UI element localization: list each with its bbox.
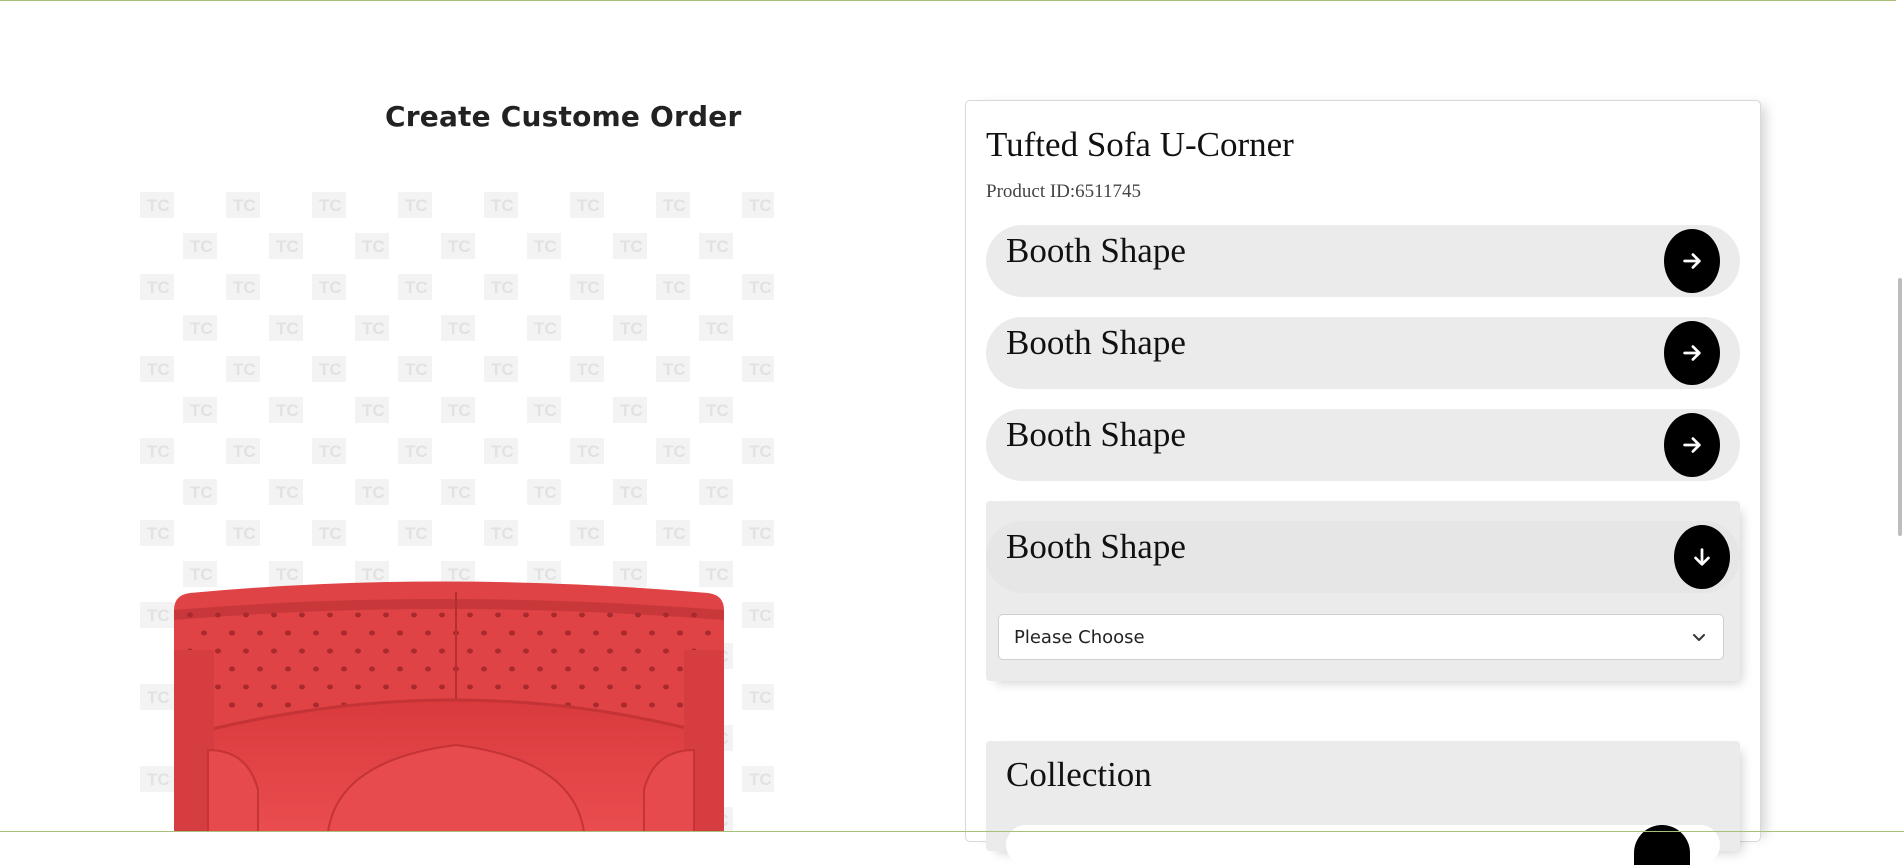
chevron-down-icon xyxy=(1693,634,1705,641)
collection-label: Collection xyxy=(1006,755,1152,794)
option-booth-shape-1[interactable]: Booth Shape xyxy=(986,225,1740,297)
option-booth-shape-4[interactable]: Booth Shape xyxy=(986,521,1740,593)
arrow-right-icon[interactable] xyxy=(1664,229,1720,293)
select-value: Please Choose xyxy=(1014,626,1145,648)
scrollbar-thumb[interactable] xyxy=(1898,278,1902,536)
option-label: Booth Shape xyxy=(1006,527,1186,566)
arrow-right-icon[interactable] xyxy=(1664,413,1720,477)
sofa-image xyxy=(174,581,724,832)
option-booth-shape-3[interactable]: Booth Shape xyxy=(986,409,1740,481)
arrow-right-icon[interactable] xyxy=(1664,321,1720,385)
option-label: Booth Shape xyxy=(1006,415,1186,454)
option-label: Booth Shape xyxy=(1006,323,1186,362)
booth-shape-select[interactable]: Please Choose xyxy=(998,614,1724,660)
order-card: Tufted Sofa U-Corner Product ID:6511745 … xyxy=(965,100,1761,865)
option-booth-shape-2[interactable]: Booth Shape xyxy=(986,317,1740,389)
product-image: TC TC xyxy=(138,190,774,832)
option-label: Booth Shape xyxy=(1006,231,1186,270)
product-id: Product ID:6511745 xyxy=(986,181,1141,202)
product-name: Tufted Sofa U-Corner xyxy=(986,125,1294,164)
page-title: Create Custome Order xyxy=(385,100,742,133)
collection-panel: Collection xyxy=(986,741,1740,865)
arrow-down-icon[interactable] xyxy=(1674,525,1730,589)
top-border xyxy=(0,0,1904,1)
expanded-option-panel: Booth Shape Please Choose xyxy=(986,501,1740,681)
